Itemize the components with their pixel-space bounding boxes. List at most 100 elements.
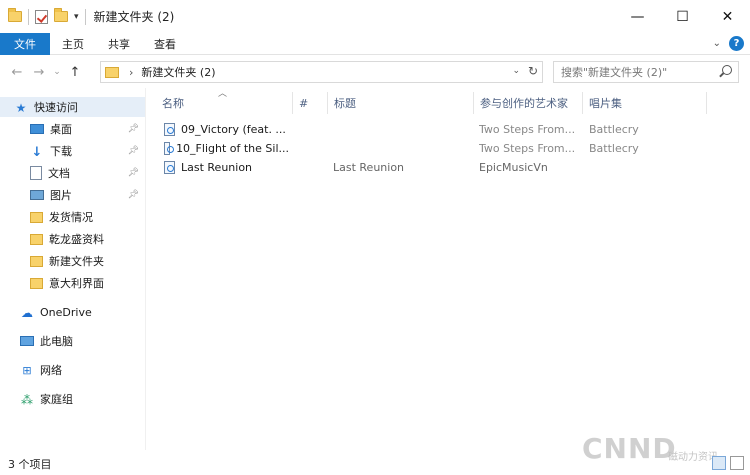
new-folder-icon[interactable] <box>54 8 68 22</box>
search-icon[interactable] <box>722 65 732 75</box>
file-album <box>589 158 689 177</box>
computer-icon <box>20 336 34 346</box>
breadcrumb-current[interactable]: 新建文件夹 (2) <box>141 64 215 80</box>
file-row[interactable]: 09_Victory (feat. ... Two Steps From... … <box>158 120 639 139</box>
tab-file[interactable]: 文件 <box>0 32 50 55</box>
status-bar: 3 个项目 <box>0 452 750 475</box>
sidebar-item-onedrive[interactable]: ☁ OneDrive <box>0 302 145 322</box>
sidebar-item-label: 新建文件夹 <box>49 255 104 268</box>
tab-home[interactable]: 主页 <box>50 33 96 55</box>
folder-icon <box>105 66 119 78</box>
toolbar-divider <box>84 8 86 25</box>
sidebar-item-label: 快速访问 <box>34 101 78 114</box>
column-header-album[interactable]: 唱片集 <box>583 92 707 114</box>
maximize-button[interactable]: ☐ <box>660 0 705 33</box>
search-input[interactable]: 搜索"新建文件夹 (2)" <box>553 61 739 83</box>
details-view-icon[interactable] <box>712 456 726 470</box>
column-header-artist[interactable]: 参与创作的艺术家 <box>474 92 583 114</box>
sidebar-item-label: 下载 <box>50 145 72 158</box>
sidebar-item-this-pc[interactable]: 此电脑 <box>0 331 145 351</box>
sidebar-item-pictures[interactable]: 图片 📌︎ <box>0 185 145 205</box>
document-icon <box>30 166 42 180</box>
file-name-cell[interactable]: Last Reunion <box>164 158 289 177</box>
up-arrow-icon[interactable]: ↑ <box>64 65 86 80</box>
sidebar-item-label: 发货情况 <box>49 211 93 224</box>
sidebar-item-homegroup[interactable]: ⁂ 家庭组 <box>0 389 145 409</box>
pin-icon[interactable]: 📌︎ <box>128 124 139 134</box>
help-icon[interactable]: ? <box>729 36 744 51</box>
file-name: 09_Victory (feat. ... <box>181 123 286 136</box>
sidebar-item-label: 此电脑 <box>40 335 73 348</box>
file-name-cell[interactable]: 09_Victory (feat. ... <box>164 120 289 139</box>
download-icon: ↓ <box>31 145 43 160</box>
sidebar-item-folder[interactable]: 乾龙盛资料 <box>0 229 145 249</box>
music-file-icon <box>164 142 175 155</box>
file-row[interactable]: Last Reunion Last Reunion EpicMusicVn <box>158 158 638 177</box>
cloud-icon: ☁ <box>21 306 33 320</box>
ribbon-tabs: 文件 主页 共享 查看 ⌄ ? <box>0 32 750 55</box>
pane-divider[interactable] <box>145 88 146 450</box>
folder-icon <box>30 255 43 267</box>
file-title <box>333 139 473 158</box>
pin-icon[interactable]: 📌︎ <box>128 190 139 200</box>
title-bar: ▾ 新建文件夹 (2) — ☐ ✕ <box>0 0 750 33</box>
tab-share[interactable]: 共享 <box>96 33 142 55</box>
sidebar-item-label: OneDrive <box>40 305 92 319</box>
sidebar-item-desktop[interactable]: 桌面 📌︎ <box>0 119 145 139</box>
sidebar-item-folder[interactable]: 发货情况 <box>0 207 145 227</box>
folder-icon <box>30 233 43 245</box>
recent-locations-icon[interactable]: ⌄ <box>50 67 64 77</box>
chevron-down-icon[interactable]: ⌄ <box>713 38 721 49</box>
sidebar-item-label: 文档 <box>48 167 70 180</box>
file-artist: EpicMusicVn <box>479 161 548 174</box>
sidebar-item-label: 桌面 <box>50 123 72 136</box>
large-icons-view-icon[interactable] <box>730 456 744 470</box>
breadcrumb-separator[interactable]: › <box>129 66 133 79</box>
address-bar[interactable]: › 新建文件夹 (2) ⌄ ↻ <box>100 61 543 83</box>
column-header-number[interactable]: # <box>293 92 328 114</box>
sidebar-item-label: 网络 <box>40 364 62 377</box>
file-name: 10_Flight of the Sil... <box>176 142 289 155</box>
homegroup-icon: ⁂ <box>21 393 33 407</box>
column-header-title[interactable]: 标题 <box>328 92 474 114</box>
sidebar-item-documents[interactable]: 文档 📌︎ <box>0 163 145 183</box>
close-button[interactable]: ✕ <box>705 0 750 33</box>
folder-icon <box>30 277 43 289</box>
folder-icon <box>8 8 22 22</box>
file-album: Battlecry <box>589 123 639 136</box>
customize-toolbar-icon[interactable]: ▾ <box>74 12 79 22</box>
music-file-icon <box>164 161 175 174</box>
folder-icon <box>30 211 43 223</box>
file-album: Battlecry <box>589 142 639 155</box>
sidebar-item-label: 家庭组 <box>40 393 73 406</box>
pin-icon[interactable]: 📌︎ <box>128 146 139 156</box>
item-count: 3 个项目 <box>8 457 52 471</box>
sidebar-item-folder[interactable]: 意大利界面 <box>0 273 145 293</box>
file-title: Last Reunion <box>333 161 405 174</box>
window-title: 新建文件夹 (2) <box>93 10 175 24</box>
sidebar-item-label: 乾龙盛资料 <box>49 233 104 246</box>
file-name-cell[interactable]: 10_Flight of the Sil... <box>164 139 289 158</box>
file-artist: Two Steps From... <box>479 123 576 136</box>
file-name: Last Reunion <box>181 161 253 174</box>
forward-icon[interactable]: → <box>28 65 50 80</box>
sidebar-item-quick-access[interactable]: ★ 快速访问 <box>0 97 145 117</box>
file-row[interactable]: 10_Flight of the Sil... Two Steps From..… <box>158 139 639 158</box>
address-dropdown-icon[interactable]: ⌄ <box>512 66 520 76</box>
sidebar-item-label: 图片 <box>50 189 72 202</box>
desktop-icon <box>30 124 44 134</box>
tab-view[interactable]: 查看 <box>142 33 188 55</box>
pin-icon[interactable]: 📌︎ <box>128 168 139 178</box>
sidebar-item-folder[interactable]: 新建文件夹 <box>0 251 145 271</box>
sidebar-item-downloads[interactable]: ↓ 下载 📌︎ <box>0 141 145 161</box>
back-icon[interactable]: ← <box>6 65 28 80</box>
search-placeholder: 搜索"新建文件夹 (2)" <box>561 66 668 79</box>
minimize-button[interactable]: — <box>615 0 660 33</box>
music-file-icon <box>164 123 175 136</box>
properties-icon[interactable] <box>35 9 48 24</box>
file-artist: Two Steps From... <box>479 142 576 155</box>
column-header-name[interactable]: 名称 <box>156 92 293 114</box>
refresh-icon[interactable]: ↻ <box>528 64 538 78</box>
sidebar-item-network[interactable]: ⊞ 网络 <box>0 360 145 380</box>
picture-icon <box>30 190 44 200</box>
